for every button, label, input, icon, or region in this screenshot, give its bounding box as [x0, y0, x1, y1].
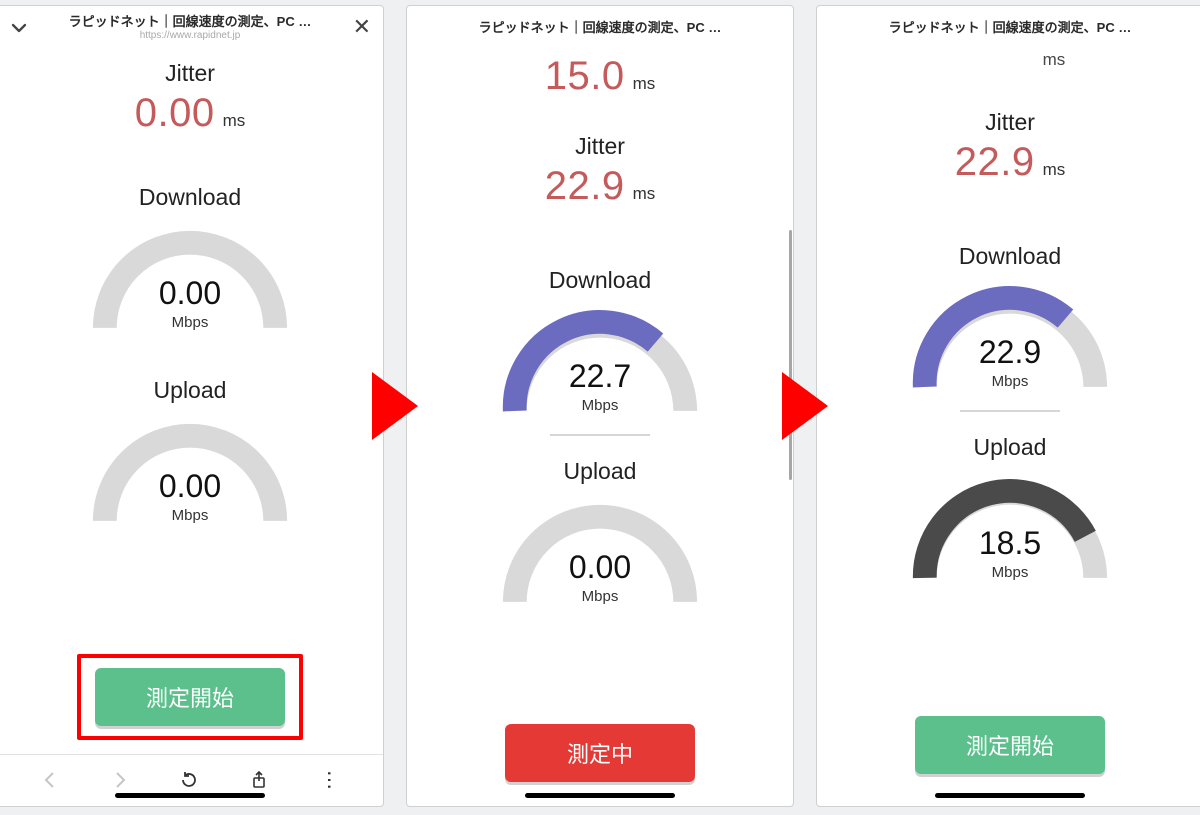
- browser-topbar: ラピッドネット｜回線速度の測定、PC …: [817, 6, 1200, 50]
- jitter-value-row: 22.9 ms: [955, 140, 1066, 185]
- upload-unit: Mbps: [901, 564, 1119, 581]
- nav-forward-icon[interactable]: [110, 770, 130, 790]
- arrow-right-icon: [782, 372, 828, 440]
- start-button[interactable]: 測定開始: [915, 716, 1105, 774]
- home-indicator[interactable]: [115, 793, 265, 798]
- upload-unit: Mbps: [81, 507, 299, 524]
- jitter-value-row: 22.9 ms: [545, 164, 656, 209]
- jitter-unit: ms: [633, 184, 656, 204]
- ping-value: 15.0: [545, 54, 625, 99]
- page-title: ラピッドネット｜回線速度の測定、PC …: [69, 14, 312, 30]
- upload-label: Upload: [564, 458, 637, 485]
- chevron-down-icon[interactable]: [9, 18, 29, 43]
- home-indicator[interactable]: [525, 793, 675, 798]
- browser-topbar: ラピッドネット｜回線速度の測定、PC … https://www.rapidne…: [0, 6, 383, 50]
- phone-panel-initial: ラピッドネット｜回線速度の測定、PC … https://www.rapidne…: [0, 5, 384, 807]
- upload-value: 18.5: [901, 525, 1119, 562]
- browser-topbar: ラピッドネット｜回線速度の測定、PC …: [407, 6, 793, 50]
- jitter-label: Jitter: [985, 109, 1035, 136]
- download-gauge: 0.00 Mbps: [81, 211, 299, 341]
- ping-unit: ms: [1043, 50, 1066, 70]
- download-label: Download: [959, 243, 1061, 270]
- upload-gauge: 0.00 Mbps: [81, 404, 299, 534]
- upload-value: 0.00: [81, 468, 299, 505]
- upload-label: Upload: [974, 434, 1047, 461]
- browser-bottombar: ⋯: [0, 754, 383, 806]
- close-icon[interactable]: ✕: [353, 16, 371, 38]
- page-title: ラピッドネット｜回線速度の測定、PC …: [889, 20, 1132, 36]
- download-gauge: 22.7 Mbps: [491, 294, 709, 424]
- upload-unit: Mbps: [491, 588, 709, 605]
- nav-reload-icon[interactable]: [179, 770, 199, 790]
- jitter-value: 0.00: [135, 91, 215, 136]
- highlight-box: 測定開始: [77, 654, 303, 740]
- divider: [550, 434, 650, 436]
- upload-gauge: 0.00 Mbps: [491, 485, 709, 615]
- comparison-stage: ラピッドネット｜回線速度の測定、PC … https://www.rapidne…: [0, 0, 1200, 815]
- upload-gauge-block: Upload 18.5 Mbps: [901, 434, 1119, 591]
- nav-more-icon[interactable]: ⋯: [317, 770, 342, 791]
- ping-value-row: 15.0 ms: [545, 54, 656, 99]
- jitter-value: 22.9: [955, 140, 1035, 185]
- nav-share-icon[interactable]: [249, 770, 269, 790]
- scrollbar[interactable]: [789, 230, 792, 480]
- download-gauge-block: Download 0.00 Mbps: [81, 184, 299, 341]
- jitter-unit: ms: [1043, 160, 1066, 180]
- download-unit: Mbps: [901, 373, 1119, 390]
- download-gauge: 22.9 Mbps: [901, 270, 1119, 400]
- measuring-button[interactable]: 測定中: [505, 724, 695, 782]
- page-url: https://www.rapidnet.jp: [69, 31, 312, 41]
- download-value: 0.00: [81, 275, 299, 312]
- upload-gauge-block: Upload 0.00 Mbps: [491, 458, 709, 615]
- jitter-label: Jitter: [575, 133, 625, 160]
- upload-label: Upload: [154, 377, 227, 404]
- download-value: 22.7: [491, 358, 709, 395]
- upload-value: 0.00: [491, 549, 709, 586]
- divider: [960, 410, 1060, 412]
- download-label: Download: [139, 184, 241, 211]
- jitter-value: 22.9: [545, 164, 625, 209]
- jitter-label: Jitter: [165, 60, 215, 87]
- home-indicator[interactable]: [935, 793, 1085, 798]
- phone-panel-running: ラピッドネット｜回線速度の測定、PC … 15.0 ms Jitter 22.9…: [406, 5, 794, 807]
- download-gauge-block: Download 22.9 Mbps: [901, 243, 1119, 412]
- phone-panel-done: ラピッドネット｜回線速度の測定、PC … 00.0 ms Jitter 22.9…: [816, 5, 1200, 807]
- nav-back-icon[interactable]: [40, 770, 60, 790]
- jitter-unit: ms: [223, 111, 246, 131]
- download-label: Download: [549, 267, 651, 294]
- ping-partial-row: 00.0 ms: [955, 50, 1066, 75]
- download-unit: Mbps: [81, 314, 299, 331]
- upload-gauge-block: Upload 0.00 Mbps: [81, 377, 299, 534]
- download-gauge-block: Download 22.7 Mbps: [491, 267, 709, 436]
- upload-gauge: 18.5 Mbps: [901, 461, 1119, 591]
- download-unit: Mbps: [491, 397, 709, 414]
- arrow-right-icon: [372, 372, 418, 440]
- jitter-value-row: 0.00 ms: [135, 91, 246, 136]
- page-title: ラピッドネット｜回線速度の測定、PC …: [479, 20, 722, 36]
- ping-unit: ms: [633, 74, 656, 94]
- download-value: 22.9: [901, 334, 1119, 371]
- start-button[interactable]: 測定開始: [95, 668, 285, 726]
